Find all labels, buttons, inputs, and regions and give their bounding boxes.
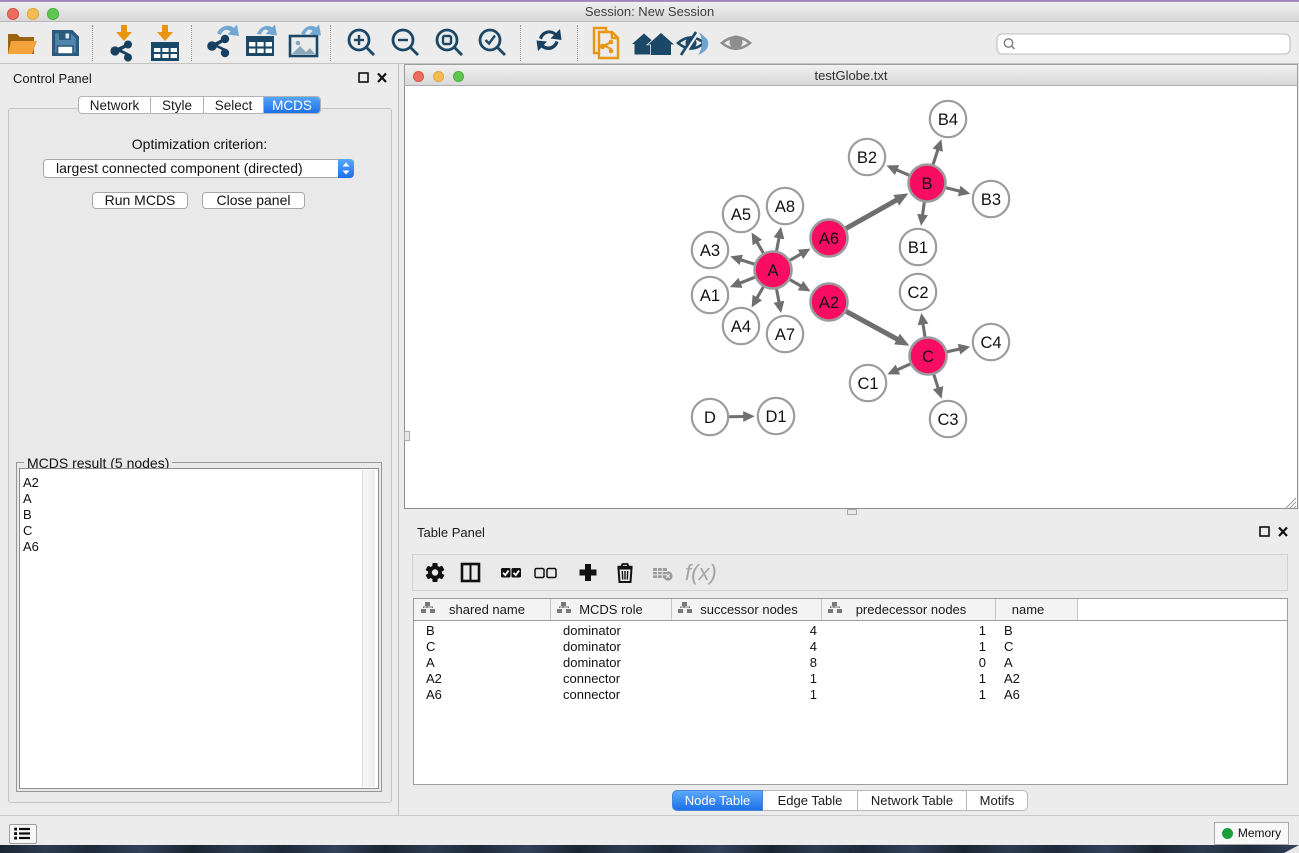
svg-text:A2: A2 [819, 294, 839, 312]
svg-text:C1: C1 [857, 375, 878, 393]
svg-text:C: C [426, 639, 435, 654]
svg-text:A2: A2 [1004, 671, 1020, 686]
svg-text:connector: connector [563, 687, 621, 702]
svg-text:1: 1 [810, 687, 817, 702]
svg-text:shared name: shared name [449, 602, 525, 617]
svg-text:D1: D1 [765, 408, 786, 426]
svg-text:A: A [1004, 655, 1013, 670]
svg-text:8: 8 [810, 655, 817, 670]
svg-text:A6: A6 [819, 230, 839, 248]
svg-text:A: A [767, 262, 778, 280]
svg-text:1: 1 [810, 671, 817, 686]
svg-text:name: name [1012, 602, 1045, 617]
svg-text:B: B [921, 175, 932, 193]
svg-text:C: C [922, 348, 934, 366]
svg-text:dominator: dominator [563, 655, 621, 670]
svg-text:A6: A6 [1004, 687, 1020, 702]
svg-text:A6: A6 [426, 687, 442, 702]
svg-text:B1: B1 [908, 239, 928, 257]
svg-text:A: A [426, 655, 435, 670]
svg-text:A7: A7 [775, 326, 795, 344]
svg-text:D: D [704, 409, 716, 427]
svg-text:connector: connector [563, 671, 621, 686]
svg-text:4: 4 [810, 639, 817, 654]
svg-text:C: C [1004, 639, 1013, 654]
svg-text:A1: A1 [700, 287, 720, 305]
svg-text:1: 1 [979, 623, 986, 638]
svg-text:B4: B4 [938, 111, 958, 129]
svg-text:1: 1 [979, 639, 986, 654]
svg-text:B3: B3 [981, 191, 1001, 209]
svg-text:4: 4 [810, 623, 817, 638]
svg-text:dominator: dominator [563, 639, 621, 654]
svg-text:C2: C2 [907, 284, 928, 302]
svg-text:1: 1 [979, 687, 986, 702]
svg-text:A3: A3 [700, 242, 720, 260]
svg-text:f(x): f(x) [685, 560, 717, 585]
svg-text:dominator: dominator [563, 623, 621, 638]
svg-text:predecessor nodes: predecessor nodes [856, 602, 967, 617]
svg-text:B: B [426, 623, 435, 638]
svg-text:A2: A2 [426, 671, 442, 686]
svg-text:B: B [1004, 623, 1013, 638]
svg-text:1: 1 [979, 671, 986, 686]
svg-text:B2: B2 [857, 149, 877, 167]
svg-text:A8: A8 [775, 198, 795, 216]
svg-text:A5: A5 [731, 206, 751, 224]
svg-text:successor nodes: successor nodes [700, 602, 798, 617]
svg-text:0: 0 [979, 655, 986, 670]
svg-text:MCDS role: MCDS role [579, 602, 643, 617]
svg-text:A4: A4 [731, 318, 751, 336]
svg-text:C4: C4 [980, 334, 1001, 352]
svg-text:C3: C3 [937, 411, 958, 429]
